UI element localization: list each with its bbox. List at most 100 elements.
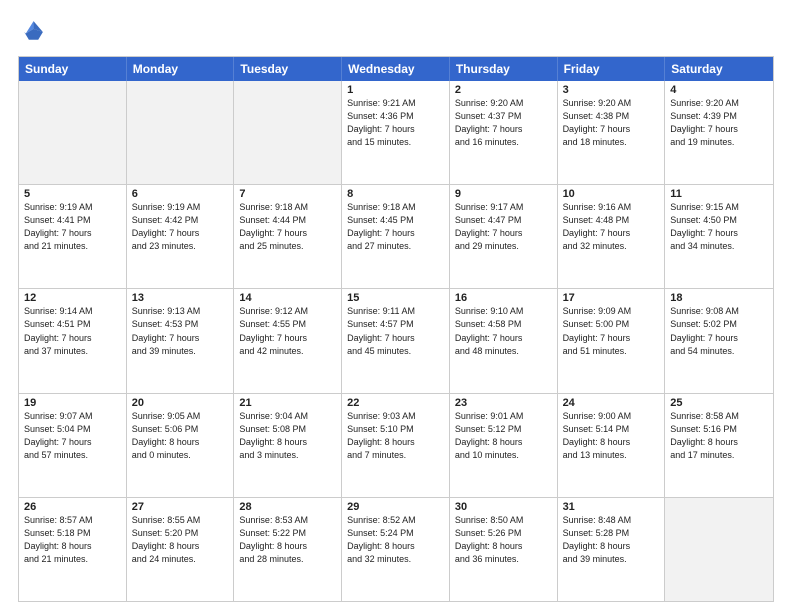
day-info: Sunrise: 8:57 AM Sunset: 5:18 PM Dayligh… <box>24 514 121 566</box>
cal-cell: 5Sunrise: 9:19 AM Sunset: 4:41 PM Daylig… <box>19 185 127 288</box>
day-info: Sunrise: 8:52 AM Sunset: 5:24 PM Dayligh… <box>347 514 444 566</box>
day-info: Sunrise: 9:19 AM Sunset: 4:41 PM Dayligh… <box>24 201 121 253</box>
day-info: Sunrise: 9:21 AM Sunset: 4:36 PM Dayligh… <box>347 97 444 149</box>
header-cell-tuesday: Tuesday <box>234 57 342 81</box>
header-cell-wednesday: Wednesday <box>342 57 450 81</box>
day-number: 29 <box>347 501 444 513</box>
day-info: Sunrise: 9:18 AM Sunset: 4:44 PM Dayligh… <box>239 201 336 253</box>
day-info: Sunrise: 9:07 AM Sunset: 5:04 PM Dayligh… <box>24 410 121 462</box>
cal-cell: 31Sunrise: 8:48 AM Sunset: 5:28 PM Dayli… <box>558 498 666 601</box>
day-number: 20 <box>132 397 229 409</box>
day-number: 22 <box>347 397 444 409</box>
day-number: 15 <box>347 292 444 304</box>
day-number: 5 <box>24 188 121 200</box>
cal-cell: 26Sunrise: 8:57 AM Sunset: 5:18 PM Dayli… <box>19 498 127 601</box>
day-number: 31 <box>563 501 660 513</box>
header-cell-monday: Monday <box>127 57 235 81</box>
header-cell-sunday: Sunday <box>19 57 127 81</box>
day-info: Sunrise: 8:50 AM Sunset: 5:26 PM Dayligh… <box>455 514 552 566</box>
day-number: 3 <box>563 84 660 96</box>
cal-cell: 12Sunrise: 9:14 AM Sunset: 4:51 PM Dayli… <box>19 289 127 392</box>
cal-cell: 3Sunrise: 9:20 AM Sunset: 4:38 PM Daylig… <box>558 81 666 184</box>
day-number: 13 <box>132 292 229 304</box>
header-cell-saturday: Saturday <box>665 57 773 81</box>
calendar-week-4: 19Sunrise: 9:07 AM Sunset: 5:04 PM Dayli… <box>19 393 773 497</box>
cal-cell <box>234 81 342 184</box>
day-info: Sunrise: 8:55 AM Sunset: 5:20 PM Dayligh… <box>132 514 229 566</box>
cal-cell: 4Sunrise: 9:20 AM Sunset: 4:39 PM Daylig… <box>665 81 773 184</box>
cal-cell <box>665 498 773 601</box>
cal-cell: 30Sunrise: 8:50 AM Sunset: 5:26 PM Dayli… <box>450 498 558 601</box>
day-info: Sunrise: 8:58 AM Sunset: 5:16 PM Dayligh… <box>670 410 768 462</box>
day-info: Sunrise: 9:11 AM Sunset: 4:57 PM Dayligh… <box>347 305 444 357</box>
cal-cell: 28Sunrise: 8:53 AM Sunset: 5:22 PM Dayli… <box>234 498 342 601</box>
day-number: 21 <box>239 397 336 409</box>
calendar-week-5: 26Sunrise: 8:57 AM Sunset: 5:18 PM Dayli… <box>19 497 773 601</box>
day-info: Sunrise: 9:10 AM Sunset: 4:58 PM Dayligh… <box>455 305 552 357</box>
header-cell-thursday: Thursday <box>450 57 558 81</box>
day-info: Sunrise: 9:03 AM Sunset: 5:10 PM Dayligh… <box>347 410 444 462</box>
day-info: Sunrise: 9:19 AM Sunset: 4:42 PM Dayligh… <box>132 201 229 253</box>
day-info: Sunrise: 9:08 AM Sunset: 5:02 PM Dayligh… <box>670 305 768 357</box>
cal-cell: 10Sunrise: 9:16 AM Sunset: 4:48 PM Dayli… <box>558 185 666 288</box>
cal-cell: 22Sunrise: 9:03 AM Sunset: 5:10 PM Dayli… <box>342 394 450 497</box>
header <box>18 18 774 46</box>
cal-cell: 11Sunrise: 9:15 AM Sunset: 4:50 PM Dayli… <box>665 185 773 288</box>
day-number: 30 <box>455 501 552 513</box>
day-info: Sunrise: 9:20 AM Sunset: 4:37 PM Dayligh… <box>455 97 552 149</box>
day-info: Sunrise: 9:17 AM Sunset: 4:47 PM Dayligh… <box>455 201 552 253</box>
day-number: 18 <box>670 292 768 304</box>
logo <box>18 18 50 46</box>
cal-cell: 17Sunrise: 9:09 AM Sunset: 5:00 PM Dayli… <box>558 289 666 392</box>
cal-cell: 20Sunrise: 9:05 AM Sunset: 5:06 PM Dayli… <box>127 394 235 497</box>
day-number: 24 <box>563 397 660 409</box>
day-info: Sunrise: 8:48 AM Sunset: 5:28 PM Dayligh… <box>563 514 660 566</box>
page: SundayMondayTuesdayWednesdayThursdayFrid… <box>0 0 792 612</box>
day-info: Sunrise: 9:12 AM Sunset: 4:55 PM Dayligh… <box>239 305 336 357</box>
calendar-week-1: 1Sunrise: 9:21 AM Sunset: 4:36 PM Daylig… <box>19 81 773 184</box>
day-info: Sunrise: 9:16 AM Sunset: 4:48 PM Dayligh… <box>563 201 660 253</box>
cal-cell: 6Sunrise: 9:19 AM Sunset: 4:42 PM Daylig… <box>127 185 235 288</box>
day-number: 26 <box>24 501 121 513</box>
day-number: 17 <box>563 292 660 304</box>
cal-cell: 8Sunrise: 9:18 AM Sunset: 4:45 PM Daylig… <box>342 185 450 288</box>
day-number: 7 <box>239 188 336 200</box>
calendar-week-3: 12Sunrise: 9:14 AM Sunset: 4:51 PM Dayli… <box>19 288 773 392</box>
cal-cell: 19Sunrise: 9:07 AM Sunset: 5:04 PM Dayli… <box>19 394 127 497</box>
day-info: Sunrise: 9:09 AM Sunset: 5:00 PM Dayligh… <box>563 305 660 357</box>
day-info: Sunrise: 9:01 AM Sunset: 5:12 PM Dayligh… <box>455 410 552 462</box>
cal-cell: 15Sunrise: 9:11 AM Sunset: 4:57 PM Dayli… <box>342 289 450 392</box>
cal-cell: 27Sunrise: 8:55 AM Sunset: 5:20 PM Dayli… <box>127 498 235 601</box>
cal-cell: 23Sunrise: 9:01 AM Sunset: 5:12 PM Dayli… <box>450 394 558 497</box>
day-info: Sunrise: 9:20 AM Sunset: 4:39 PM Dayligh… <box>670 97 768 149</box>
day-number: 11 <box>670 188 768 200</box>
header-cell-friday: Friday <box>558 57 666 81</box>
day-number: 1 <box>347 84 444 96</box>
day-info: Sunrise: 9:18 AM Sunset: 4:45 PM Dayligh… <box>347 201 444 253</box>
cal-cell: 16Sunrise: 9:10 AM Sunset: 4:58 PM Dayli… <box>450 289 558 392</box>
cal-cell: 1Sunrise: 9:21 AM Sunset: 4:36 PM Daylig… <box>342 81 450 184</box>
calendar-week-2: 5Sunrise: 9:19 AM Sunset: 4:41 PM Daylig… <box>19 184 773 288</box>
logo-icon <box>18 18 46 46</box>
day-number: 9 <box>455 188 552 200</box>
cal-cell: 2Sunrise: 9:20 AM Sunset: 4:37 PM Daylig… <box>450 81 558 184</box>
day-number: 6 <box>132 188 229 200</box>
day-info: Sunrise: 9:15 AM Sunset: 4:50 PM Dayligh… <box>670 201 768 253</box>
calendar: SundayMondayTuesdayWednesdayThursdayFrid… <box>18 56 774 602</box>
cal-cell: 24Sunrise: 9:00 AM Sunset: 5:14 PM Dayli… <box>558 394 666 497</box>
day-number: 23 <box>455 397 552 409</box>
day-info: Sunrise: 9:14 AM Sunset: 4:51 PM Dayligh… <box>24 305 121 357</box>
day-number: 14 <box>239 292 336 304</box>
day-number: 4 <box>670 84 768 96</box>
day-info: Sunrise: 9:04 AM Sunset: 5:08 PM Dayligh… <box>239 410 336 462</box>
cal-cell: 7Sunrise: 9:18 AM Sunset: 4:44 PM Daylig… <box>234 185 342 288</box>
day-number: 8 <box>347 188 444 200</box>
cal-cell: 13Sunrise: 9:13 AM Sunset: 4:53 PM Dayli… <box>127 289 235 392</box>
cal-cell: 18Sunrise: 9:08 AM Sunset: 5:02 PM Dayli… <box>665 289 773 392</box>
cal-cell: 25Sunrise: 8:58 AM Sunset: 5:16 PM Dayli… <box>665 394 773 497</box>
cal-cell: 29Sunrise: 8:52 AM Sunset: 5:24 PM Dayli… <box>342 498 450 601</box>
day-number: 19 <box>24 397 121 409</box>
day-number: 16 <box>455 292 552 304</box>
day-number: 10 <box>563 188 660 200</box>
day-info: Sunrise: 9:20 AM Sunset: 4:38 PM Dayligh… <box>563 97 660 149</box>
